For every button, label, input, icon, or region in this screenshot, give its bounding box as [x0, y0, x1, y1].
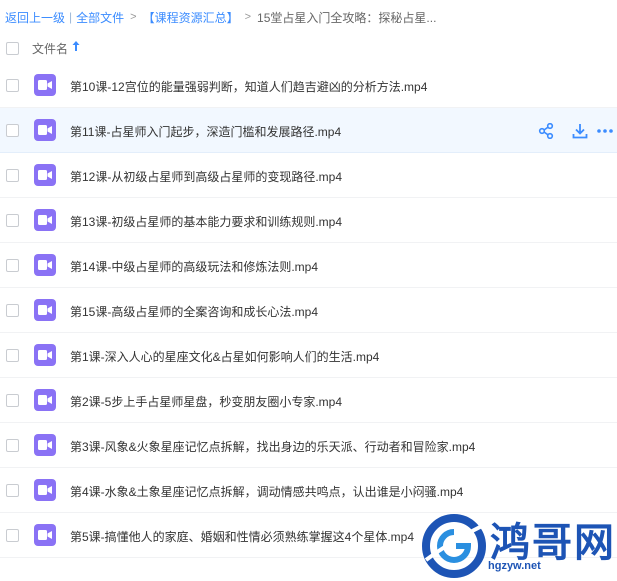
file-row[interactable]: 第12课-从初级占星师到高级占星师的变现路径.mp4 [0, 153, 617, 198]
video-file-icon [34, 389, 56, 411]
watermark-emblem-icon [422, 514, 486, 578]
file-row[interactable]: 第10课-12宫位的能量强弱判断，知道人们趋吉避凶的分析方法.mp4 [0, 63, 617, 108]
file-row[interactable]: 第13课-初级占星师的基本能力要求和训练规则.mp4 [0, 198, 617, 243]
watermark-url: hgzyw.net [488, 560, 541, 572]
row-checkbox[interactable] [6, 259, 19, 272]
file-row[interactable]: 第3课-风象&火象星座记忆点拆解，找出身边的乐天派、行动者和冒险家.mp4 [0, 423, 617, 468]
row-checkbox[interactable] [6, 349, 19, 362]
file-row[interactable]: 第11课-占星师入门起步，深造门槛和发展路径.mp4 [0, 108, 617, 153]
row-checkbox[interactable] [6, 304, 19, 317]
file-name[interactable]: 第1课-深入人心的星座文化&占星如何影响人们的生活.mp4 [70, 348, 379, 365]
watermark-logo: 鸿哥网 hgzyw.net [420, 510, 617, 581]
row-checkbox[interactable] [6, 439, 19, 452]
file-row[interactable]: 第4课-水象&土象星座记忆点拆解，调动情感共鸣点，认出谁是小闷骚.mp4 [0, 468, 617, 513]
file-name[interactable]: 第2课-5步上手占星师星盘，秒变朋友圈小专家.mp4 [70, 393, 342, 410]
file-name[interactable]: 第10课-12宫位的能量强弱判断，知道人们趋吉避凶的分析方法.mp4 [70, 78, 427, 95]
chevron-right-icon: > [130, 11, 137, 23]
file-row[interactable]: 第14课-中级占星师的高级玩法和修炼法则.mp4 [0, 243, 617, 288]
file-name[interactable]: 第3课-风象&火象星座记忆点拆解，找出身边的乐天派、行动者和冒险家.mp4 [70, 438, 475, 455]
video-file-icon [34, 344, 56, 366]
row-checkbox[interactable] [6, 124, 19, 137]
select-all-checkbox[interactable] [6, 41, 19, 55]
breadcrumb: 返回上一级 | 全部文件 > 【课程资源汇总】 > 15堂占星入门全攻略：探秘占… [0, 0, 617, 34]
file-list-header: 文件名 [0, 34, 617, 62]
chevron-right-icon: > [244, 11, 252, 23]
row-checkbox[interactable] [6, 79, 19, 92]
video-file-icon [34, 524, 56, 546]
sort-ascending-icon[interactable] [72, 40, 80, 55]
file-row[interactable]: 第2课-5步上手占星师星盘，秒变朋友圈小专家.mp4 [0, 378, 617, 423]
video-file-icon [34, 254, 56, 276]
file-name[interactable]: 第4课-水象&土象星座记忆点拆解，调动情感共鸣点，认出谁是小闷骚.mp4 [70, 483, 463, 500]
file-name[interactable]: 第13课-初级占星师的基本能力要求和训练规则.mp4 [70, 213, 342, 230]
video-file-icon [34, 479, 56, 501]
back-link[interactable]: 返回上一级 [5, 9, 65, 26]
row-checkbox[interactable] [6, 484, 19, 497]
breadcrumb-divider: | [69, 10, 73, 24]
download-icon[interactable] [563, 121, 597, 141]
file-name[interactable]: 第14课-中级占星师的高级玩法和修炼法则.mp4 [70, 258, 318, 275]
file-name[interactable]: 第12课-从初级占星师到高级占星师的变现路径.mp4 [70, 168, 342, 185]
row-actions [529, 121, 617, 141]
video-file-icon [34, 74, 56, 96]
video-file-icon [34, 299, 56, 321]
video-file-icon [34, 434, 56, 456]
video-file-icon [34, 164, 56, 186]
file-row[interactable]: 第15课-高级占星师的全案咨询和成长心法.mp4 [0, 288, 617, 333]
folder-link[interactable]: 【课程资源汇总】 [143, 9, 239, 26]
file-name[interactable]: 第5课-搞懂他人的家庭、婚姻和性情必须熟练掌握这4个星体.mp4 [70, 528, 414, 545]
row-checkbox[interactable] [6, 169, 19, 182]
row-checkbox[interactable] [6, 214, 19, 227]
all-files-link[interactable]: 全部文件 [76, 9, 124, 26]
column-header-filename[interactable]: 文件名 [32, 40, 68, 57]
video-file-icon [34, 119, 56, 141]
file-list: 第10课-12宫位的能量强弱判断，知道人们趋吉避凶的分析方法.mp4 第11课-占… [0, 63, 617, 558]
row-checkbox[interactable] [6, 394, 19, 407]
more-icon[interactable] [597, 121, 617, 141]
file-name[interactable]: 第15课-高级占星师的全案咨询和成长心法.mp4 [70, 303, 318, 320]
row-checkbox[interactable] [6, 529, 19, 542]
video-file-icon [34, 209, 56, 231]
current-folder: 15堂占星入门全攻略：探秘占星... [257, 10, 437, 25]
file-name[interactable]: 第11课-占星师入门起步，深造门槛和发展路径.mp4 [70, 123, 341, 140]
file-row[interactable]: 第1课-深入人心的星座文化&占星如何影响人们的生活.mp4 [0, 333, 617, 378]
share-icon[interactable] [529, 121, 563, 141]
